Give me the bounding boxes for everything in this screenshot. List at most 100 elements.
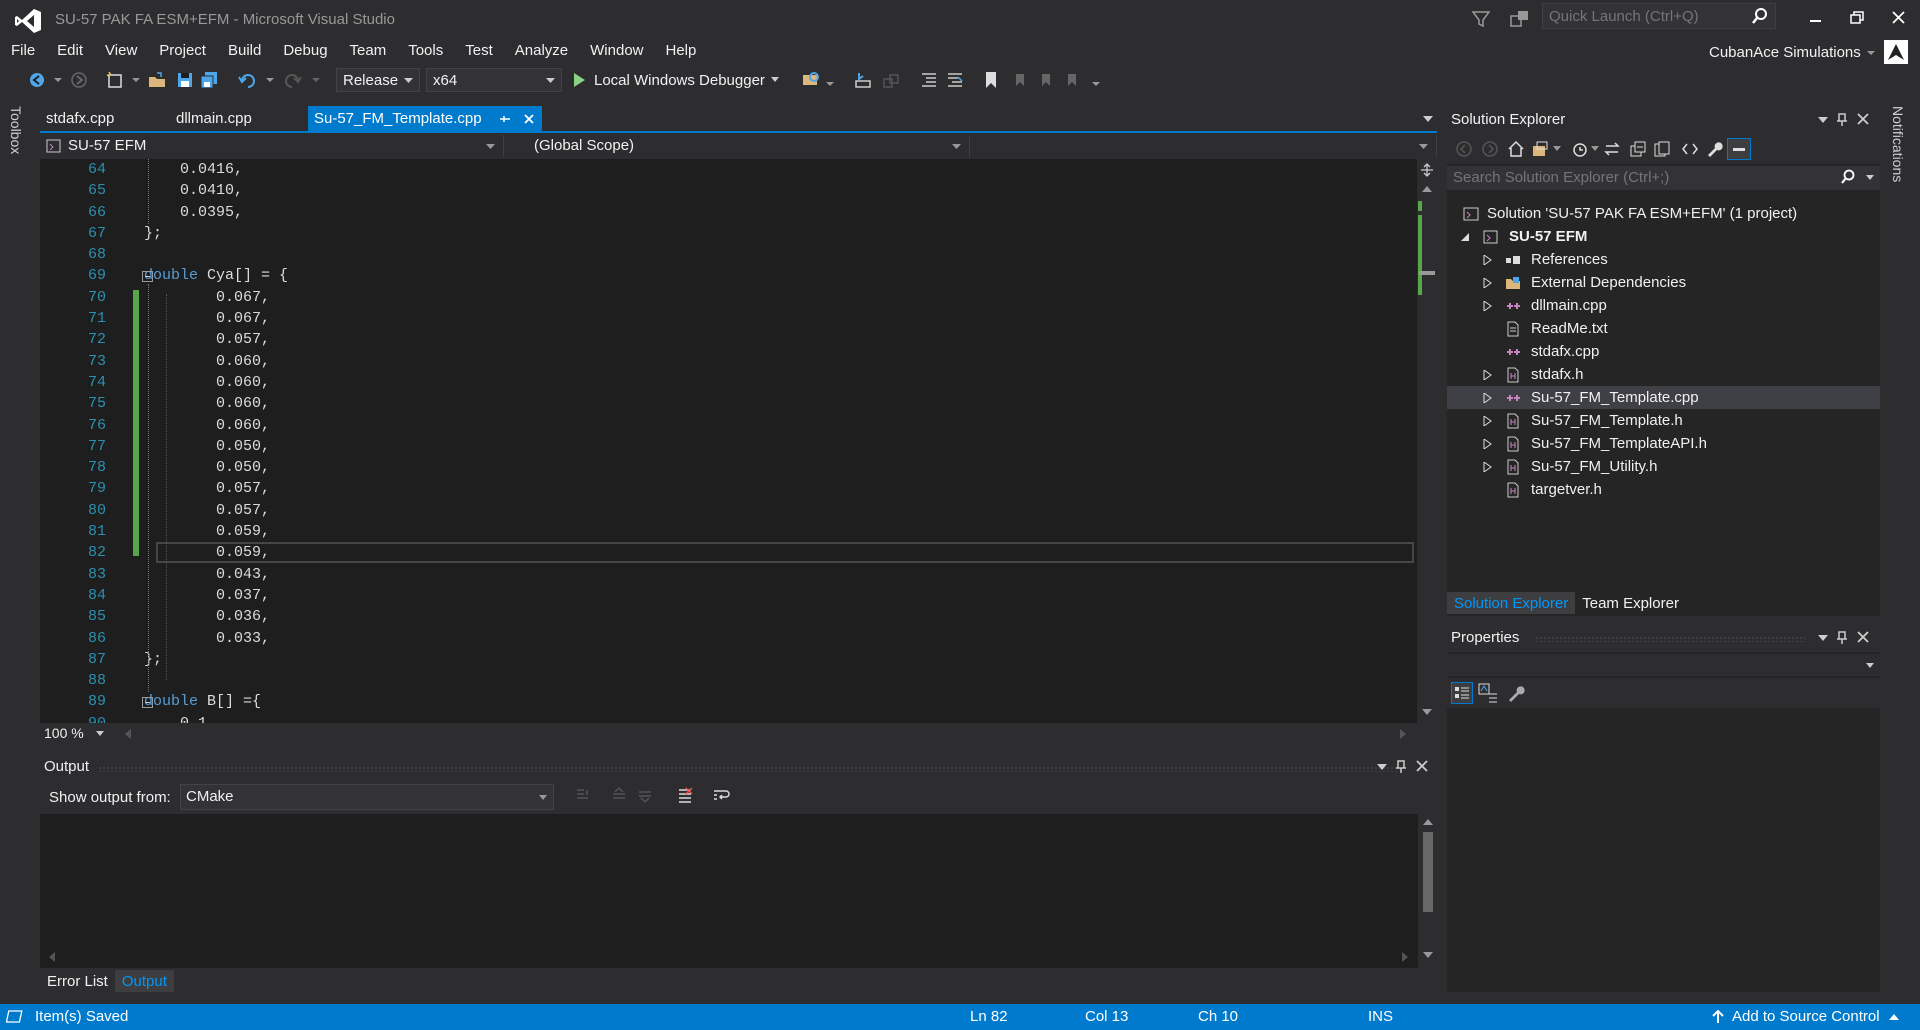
clear-all-icon[interactable]	[676, 786, 694, 804]
scroll-up-icon[interactable]	[1423, 818, 1433, 825]
new-project-icon[interactable]	[104, 69, 126, 91]
show-all-files-icon[interactable]	[1653, 140, 1671, 158]
send-feedback-icon[interactable]	[1508, 8, 1532, 30]
scroll-down-icon[interactable]	[1423, 952, 1433, 959]
chevron-down-icon[interactable]	[1591, 146, 1599, 152]
back-icon[interactable]	[1455, 140, 1473, 158]
comment-lines-icon[interactable]	[918, 69, 940, 91]
collapsed-arrow-icon[interactable]	[1483, 462, 1492, 472]
uncomment-lines-icon[interactable]	[944, 69, 966, 91]
next-message-icon[interactable]	[636, 786, 654, 804]
tree-item-external-dependencies[interactable]: External Dependencies	[1447, 271, 1880, 294]
editor-vertical-scrollbar[interactable]	[1417, 159, 1437, 723]
chevron-down-icon[interactable]	[1866, 175, 1874, 181]
quick-launch-box[interactable]	[1542, 3, 1776, 29]
forward-icon[interactable]	[1481, 140, 1499, 158]
tree-item-su57-fm-templateapi-h[interactable]: Su-57_FM_TemplateAPI.h	[1447, 432, 1880, 455]
tab-dllmain-cpp[interactable]: dllmain.cpp	[170, 106, 308, 132]
tree-item-su57-fm-template-cpp[interactable]: Su-57_FM_Template.cpp	[1447, 386, 1880, 409]
toolbar-overflow-icon[interactable]	[1092, 80, 1100, 88]
pending-changes-filter-icon[interactable]	[1571, 140, 1589, 158]
code-text[interactable]: 0.0416, 0.0410, 0.0395, }; double Cya[] …	[144, 159, 1414, 723]
next-bookmark-icon[interactable]	[1034, 69, 1056, 91]
menu-debug[interactable]: Debug	[272, 40, 338, 64]
properties-object-select[interactable]	[1447, 654, 1880, 676]
restore-button[interactable]	[1840, 4, 1874, 32]
toggle-word-wrap-icon[interactable]	[712, 786, 730, 804]
bookmark-icon[interactable]	[980, 69, 1002, 91]
scrollbar-thumb[interactable]	[1423, 832, 1433, 912]
sync-with-active-document-icon[interactable]	[1603, 140, 1621, 158]
menu-team[interactable]: Team	[339, 40, 398, 64]
output-source-select[interactable]: CMake	[180, 784, 554, 810]
tree-item-su57-fm-utility-h[interactable]: Su-57_FM_Utility.h	[1447, 455, 1880, 478]
view-code-icon[interactable]	[1681, 140, 1699, 158]
close-icon[interactable]	[1857, 631, 1869, 643]
chevron-down-icon[interactable]	[826, 80, 834, 88]
close-icon[interactable]	[522, 112, 536, 126]
solution-platform-select[interactable]: x64	[426, 68, 562, 92]
avatar[interactable]	[1884, 40, 1908, 64]
menu-tools[interactable]: Tools	[397, 40, 454, 64]
scope-combo[interactable]: (Global Scope)	[508, 135, 970, 157]
search-icon[interactable]	[1751, 7, 1769, 25]
account-name[interactable]: CubanAce Simulations	[1709, 44, 1861, 61]
add-to-source-control-button[interactable]: Add to Source Control	[1712, 1008, 1900, 1025]
chevron-down-icon[interactable]	[1553, 146, 1561, 152]
output-text-area[interactable]	[40, 814, 1418, 968]
project-combo[interactable]: SU-57 EFM	[42, 135, 504, 157]
pin-icon[interactable]	[498, 112, 512, 126]
tab-stdafx-cpp[interactable]: stdafx.cpp	[40, 106, 170, 132]
scroll-left-icon[interactable]	[124, 729, 131, 739]
scroll-up-icon[interactable]	[1422, 185, 1432, 192]
tab-su57-fm-template-cpp[interactable]: Su-57_FM_Template.cpp	[308, 106, 542, 132]
menu-build[interactable]: Build	[217, 40, 272, 64]
scroll-left-icon[interactable]	[48, 952, 55, 962]
panel-options-icon[interactable]	[1377, 763, 1387, 771]
collapsed-arrow-icon[interactable]	[1483, 393, 1492, 403]
collapsed-arrow-icon[interactable]	[1483, 255, 1492, 265]
scroll-right-icon[interactable]	[1400, 729, 1407, 739]
properties-wrench-icon[interactable]	[1705, 140, 1723, 158]
panel-options-icon[interactable]	[1818, 634, 1828, 642]
find-in-files-icon[interactable]	[800, 69, 822, 91]
menu-test[interactable]: Test	[454, 40, 504, 64]
notifications-tab[interactable]: Notifications	[1890, 106, 1906, 182]
preview-selected-items-toggle[interactable]	[1727, 138, 1751, 160]
tree-item-su57-fm-template-h[interactable]: Su-57_FM_Template.h	[1447, 409, 1880, 432]
menu-file[interactable]: File	[0, 40, 46, 64]
split-window-icon[interactable]	[1420, 163, 1434, 177]
minimize-button[interactable]	[1798, 4, 1832, 32]
tree-item-stdafx-h[interactable]: stdafx.h	[1447, 363, 1880, 386]
collapse-outline-icon[interactable]	[142, 697, 153, 708]
search-icon[interactable]	[1840, 169, 1856, 185]
chevron-down-icon[interactable]	[54, 76, 62, 84]
navigate-back-icon[interactable]	[26, 69, 48, 91]
open-file-icon[interactable]	[146, 69, 168, 91]
collapsed-arrow-icon[interactable]	[1483, 370, 1492, 380]
switch-views-icon[interactable]	[1531, 140, 1549, 158]
pin-icon[interactable]	[1395, 760, 1407, 774]
tab-error-list[interactable]: Error List	[40, 970, 115, 992]
zoom-combo[interactable]: 100 %	[44, 725, 104, 741]
scroll-down-icon[interactable]	[1422, 709, 1432, 716]
tree-item-stdafx-cpp[interactable]: stdafx.cpp	[1447, 340, 1880, 363]
chevron-down-icon[interactable]	[1865, 47, 1877, 59]
save-all-icon[interactable]	[198, 69, 220, 91]
member-combo[interactable]	[974, 135, 1437, 157]
tree-item-dllmain-cpp[interactable]: dllmain.cpp	[1447, 294, 1880, 317]
menu-help[interactable]: Help	[655, 40, 708, 64]
step-over-icon[interactable]	[880, 69, 902, 91]
solution-search-input[interactable]	[1447, 166, 1827, 188]
redo-icon[interactable]	[282, 69, 304, 91]
chevron-down-icon[interactable]	[132, 76, 140, 84]
tree-item-solution[interactable]: Solution 'SU-57 PAK FA ESM+EFM' (1 proje…	[1447, 202, 1880, 225]
tree-item-targetver-h[interactable]: targetver.h	[1447, 478, 1880, 501]
property-pages-icon[interactable]	[1505, 682, 1527, 704]
close-icon[interactable]	[1416, 760, 1428, 772]
menu-view[interactable]: View	[94, 40, 148, 64]
output-vertical-scrollbar[interactable]	[1418, 814, 1437, 964]
categorized-icon[interactable]	[1451, 682, 1473, 704]
chevron-down-icon[interactable]	[1422, 114, 1434, 124]
solution-configuration-select[interactable]: Release	[336, 68, 420, 92]
